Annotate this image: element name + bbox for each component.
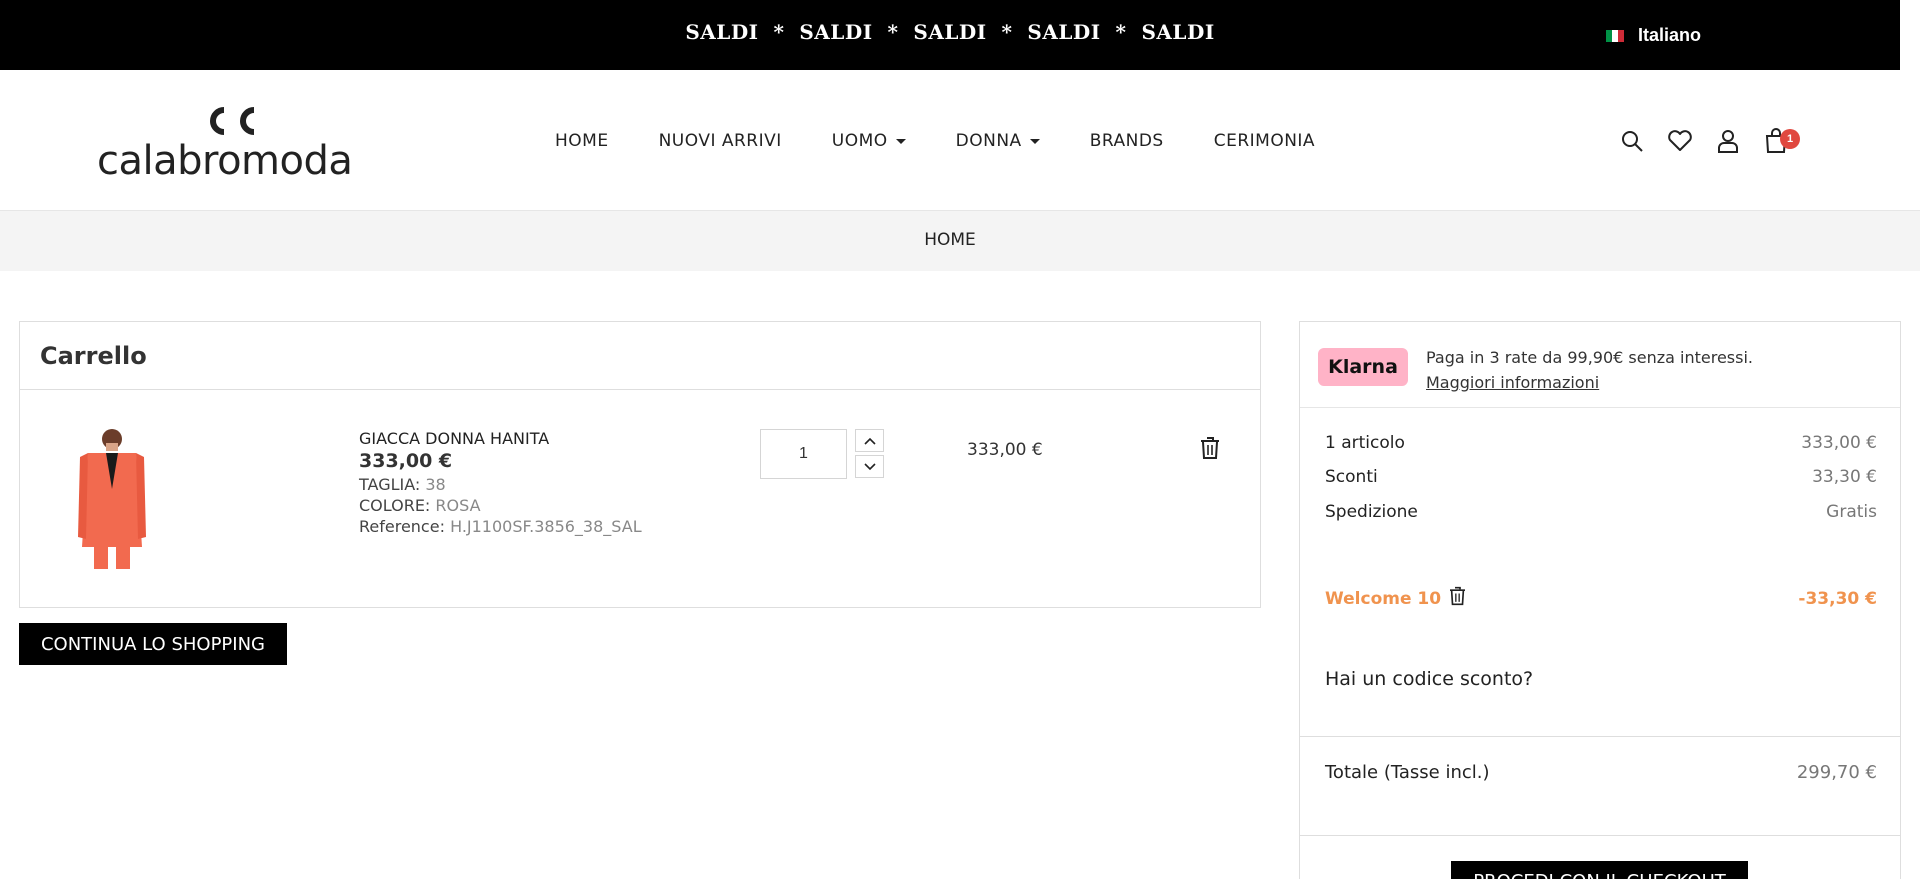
product-size: TAGLIA: 38: [359, 474, 642, 495]
klarna-installments-text: Paga in 3 rate da 99,90€ senza interessi…: [1426, 348, 1754, 367]
chevron-down-icon: [863, 462, 876, 470]
summary-value: 333,00 €: [1801, 433, 1877, 453]
nav-item-donna[interactable]: DONNA: [956, 131, 1040, 151]
summary-label: Sconti: [1325, 467, 1378, 487]
cart-title: Carrello: [40, 342, 147, 370]
site-logo[interactable]: calabromoda: [97, 106, 361, 184]
summary-line-discounts: Sconti 33,30 €: [1325, 467, 1877, 487]
promo-bar: SALDI * SALDI * SALDI * SALDI * SALDI It…: [0, 0, 1900, 70]
breadcrumb-home[interactable]: HOME: [0, 230, 1900, 250]
heart-icon[interactable]: [1666, 127, 1694, 155]
trash-icon: [1450, 586, 1466, 606]
summary-label: 1 articolo: [1325, 433, 1405, 453]
remove-voucher-button[interactable]: [1449, 586, 1466, 611]
remove-item-button[interactable]: [1200, 436, 1220, 465]
product-image[interactable]: [76, 429, 148, 569]
user-icon[interactable]: [1714, 127, 1742, 155]
klarna-logo: Klarna: [1318, 348, 1408, 386]
summary-label: Spedizione: [1325, 502, 1418, 522]
trash-icon: [1201, 437, 1219, 459]
product-name[interactable]: GIACCA DONNA HANITA: [359, 429, 642, 448]
color-label: COLORE:: [359, 496, 431, 515]
divider: [20, 389, 1260, 390]
divider: [1300, 736, 1900, 737]
nav-label: BRANDS: [1089, 131, 1164, 151]
site-header: calabromoda HOME NUOVI ARRIVI UOMO DONNA…: [0, 70, 1920, 211]
promo-code-toggle[interactable]: Hai un codice sconto?: [1325, 668, 1533, 690]
shopping-bag-icon[interactable]: 1: [1762, 127, 1800, 155]
nav-item-cerimonia[interactable]: CERIMONIA: [1214, 131, 1315, 151]
product-price: 333,00 €: [359, 450, 453, 472]
summary-line-shipping: Spedizione Gratis: [1325, 502, 1877, 522]
breadcrumb: HOME: [0, 211, 1920, 271]
continue-shopping-button[interactable]: CONTINUA LO SHOPPING: [19, 623, 287, 665]
language-selector[interactable]: Italiano: [1606, 25, 1701, 46]
nav-label: DONNA: [955, 131, 1022, 151]
nav-item-nuovi-arrivi[interactable]: NUOVI ARRIVI: [659, 131, 782, 151]
cart-panel: Carrello GIACCA DONNA HANITA 333,00 € TA…: [19, 321, 1261, 608]
product-color: COLORE: ROSA: [359, 495, 642, 516]
italy-flag-icon: [1606, 29, 1624, 42]
voucher-value: -33,30 €: [1798, 588, 1877, 609]
nav-item-brands[interactable]: BRANDS: [1090, 131, 1164, 151]
klarna-info-link[interactable]: Maggiori informazioni: [1426, 370, 1753, 395]
klarna-message: Paga in 3 rate da 99,90€ senza interessi…: [1426, 345, 1753, 395]
line-total: 333,00 €: [967, 440, 1043, 460]
nav-label: NUOVI ARRIVI: [658, 131, 782, 151]
search-icon[interactable]: [1618, 127, 1646, 155]
size-label: TAGLIA:: [359, 475, 421, 494]
voucher-name: Welcome 10: [1325, 588, 1442, 609]
size-value: 38: [425, 475, 446, 494]
logo-mark-icon: [210, 107, 255, 135]
logo-text: calabromoda: [97, 138, 353, 184]
applied-voucher: Welcome 10 -33,30 €: [1325, 586, 1877, 611]
checkout-button[interactable]: PROCEDI CON IL CHECKOUT: [1451, 861, 1748, 879]
summary-value: 33,30 €: [1812, 467, 1877, 487]
reference-label: Reference:: [359, 517, 445, 536]
product-info: GIACCA DONNA HANITA 333,00 € TAGLIA: 38 …: [359, 429, 642, 537]
header-icons: 1: [1618, 127, 1800, 155]
summary-total: Totale (Tasse incl.) 299,70 €: [1325, 762, 1877, 783]
reference-value: H.J1100SF.3856_38_SAL: [450, 517, 642, 536]
nav-item-uomo[interactable]: UOMO: [832, 131, 906, 151]
summary-value: Gratis: [1826, 502, 1877, 522]
nav-label: CERIMONIA: [1213, 131, 1316, 151]
product-reference: Reference: H.J1100SF.3856_38_SAL: [359, 516, 642, 537]
order-summary: Klarna Paga in 3 rate da 99,90€ senza in…: [1299, 321, 1901, 879]
nav-item-home[interactable]: HOME: [555, 131, 609, 151]
quantity-input[interactable]: 1: [760, 429, 847, 479]
total-value: 299,70 €: [1796, 762, 1877, 783]
klarna-banner: Klarna Paga in 3 rate da 99,90€ senza in…: [1300, 322, 1900, 408]
chevron-up-icon: [863, 437, 876, 445]
language-label: Italiano: [1638, 25, 1702, 45]
summary-line-articles: 1 articolo 333,00 €: [1325, 433, 1877, 453]
quantity-decrease-button[interactable]: [855, 455, 884, 478]
caret-down-icon: [895, 138, 906, 144]
cart-count-badge: 1: [1780, 129, 1800, 149]
quantity-increase-button[interactable]: [855, 429, 884, 452]
nav-label: HOME: [555, 131, 609, 151]
caret-down-icon: [1029, 138, 1040, 144]
color-value: ROSA: [435, 496, 481, 515]
nav-label: UOMO: [831, 131, 888, 151]
main-nav: HOME NUOVI ARRIVI UOMO DONNA BRANDS CERI…: [555, 131, 1365, 151]
total-label: Totale (Tasse incl.): [1325, 762, 1490, 783]
divider: [1300, 835, 1900, 836]
